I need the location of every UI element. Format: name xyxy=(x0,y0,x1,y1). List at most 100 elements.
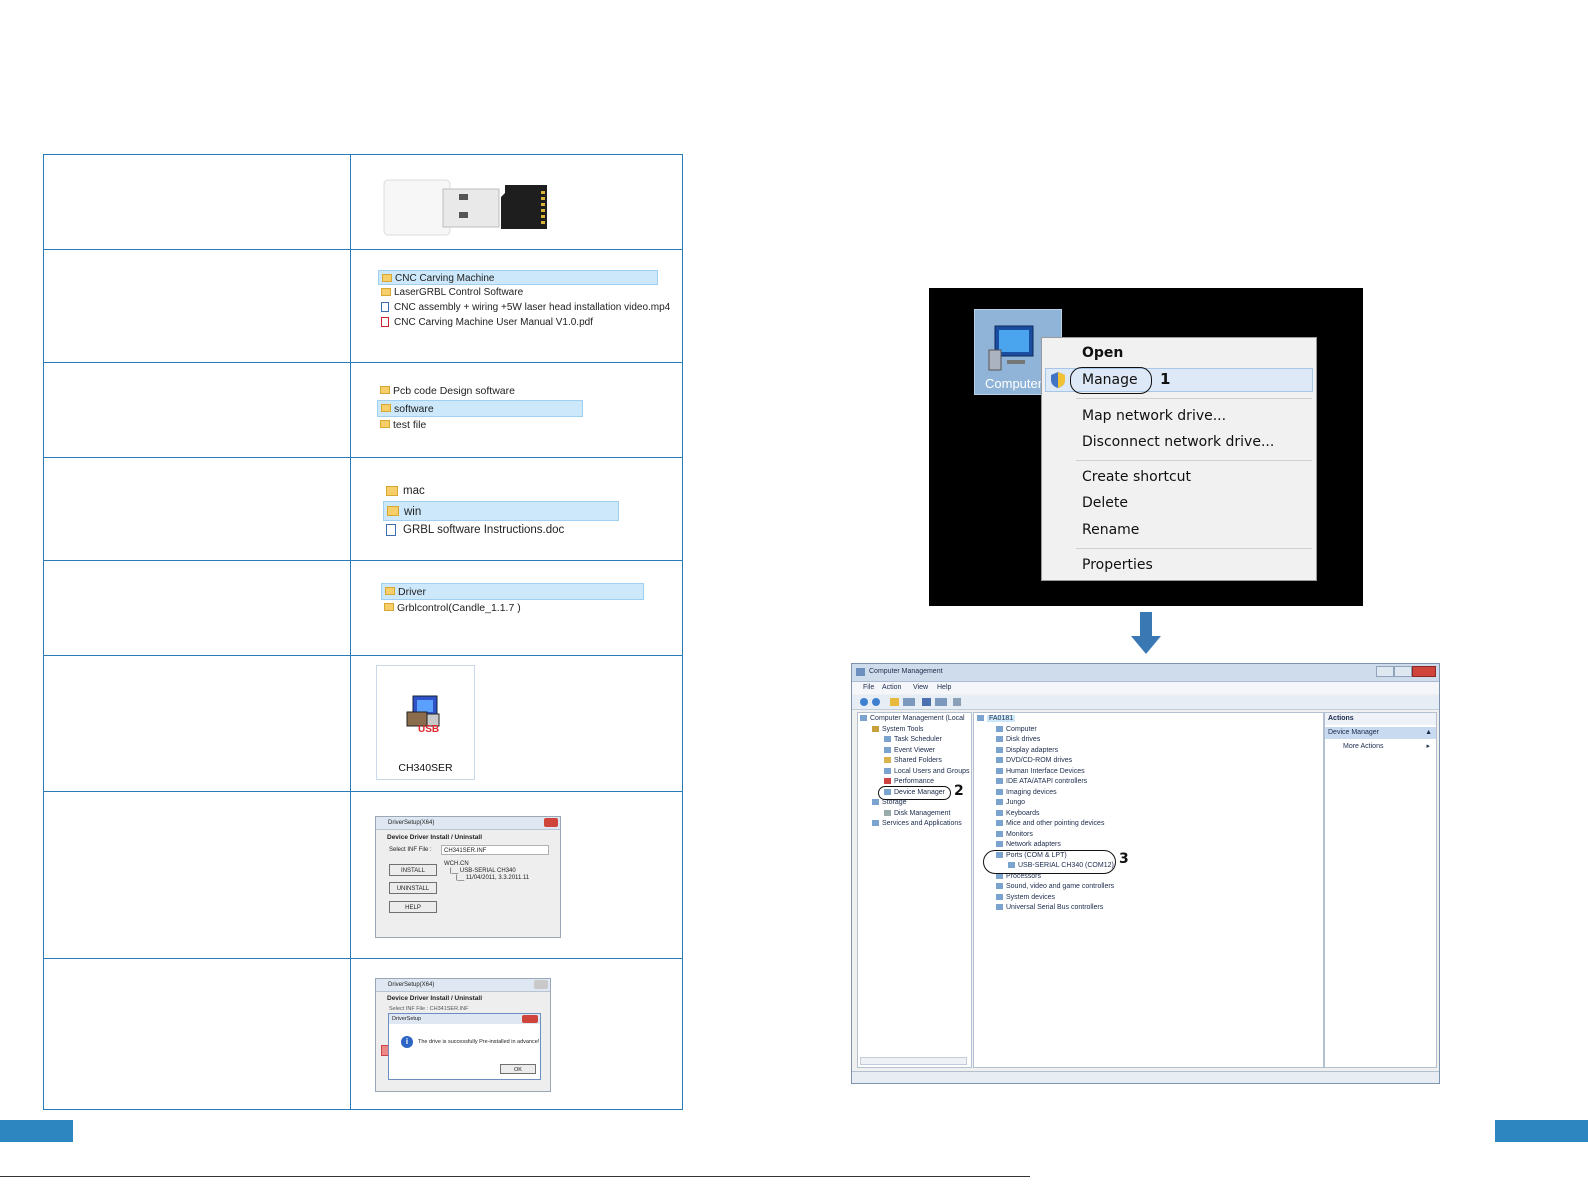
device-category[interactable]: Processors xyxy=(996,873,1041,880)
select-label: Select INF File : xyxy=(389,847,432,853)
folder-icon xyxy=(385,587,395,595)
device-category[interactable]: Computer xyxy=(996,726,1037,733)
up-folder-icon[interactable] xyxy=(890,698,899,706)
list-item[interactable]: Grblcontrol(Candle_1.1.7 ) xyxy=(381,600,644,617)
list-item[interactable]: test file xyxy=(377,417,583,434)
table-row: DriverSetup(X64) Device Driver Install /… xyxy=(44,959,682,1109)
menu-separator xyxy=(1076,548,1312,549)
scan-hardware-icon[interactable] xyxy=(953,698,961,706)
ok-button[interactable]: OK xyxy=(500,1064,536,1074)
device-category[interactable]: Universal Serial Bus controllers xyxy=(996,904,1103,911)
help-button[interactable]: HELP xyxy=(389,901,437,913)
list-item[interactable]: LaserGRBL Control Software xyxy=(378,285,658,300)
device-category[interactable]: Keyboards xyxy=(996,810,1039,817)
tree-item[interactable]: Shared Folders xyxy=(884,757,942,764)
device-category[interactable]: Monitors xyxy=(996,831,1033,838)
device-category[interactable]: IDE ATA/ATAPI controllers xyxy=(996,778,1087,785)
menu-help[interactable]: Help xyxy=(937,684,951,691)
shared-folder-icon xyxy=(884,757,891,763)
menu-action[interactable]: Action xyxy=(882,684,901,691)
device-category[interactable]: Display adapters xyxy=(996,747,1058,754)
tree-item[interactable]: Storage xyxy=(872,799,907,806)
back-icon[interactable] xyxy=(860,698,868,706)
actions-section[interactable]: Device Manager ▲ xyxy=(1325,727,1436,739)
list-item[interactable]: CNC Carving Machine xyxy=(378,270,658,285)
list-item[interactable]: CNC Carving Machine User Manual V1.0.pdf xyxy=(378,315,658,330)
device-root[interactable]: FA0181 xyxy=(977,715,1016,722)
list-item[interactable]: CNC assembly + wiring +5W laser head ins… xyxy=(378,300,670,315)
menu-item-rename[interactable]: Rename xyxy=(1082,522,1139,538)
device-category[interactable]: Jungo xyxy=(996,799,1025,806)
tree-item[interactable]: Performance xyxy=(884,778,934,785)
table-row: DriverSetup(X64) Device Driver Install /… xyxy=(44,792,682,959)
help-icon[interactable] xyxy=(922,698,931,706)
menu-item-open[interactable]: Open xyxy=(1082,345,1123,361)
device-category[interactable]: Human Interface Devices xyxy=(996,768,1085,775)
uninstall-button[interactable]: UNINSTALL xyxy=(389,882,437,894)
list-item[interactable]: software xyxy=(377,400,583,417)
file-list: mac win GRBL software Instructions.doc xyxy=(383,482,619,540)
properties-icon[interactable] xyxy=(935,698,947,706)
folder-icon xyxy=(384,603,394,611)
callout-number: 2 xyxy=(954,783,964,799)
submenu-arrow-icon: ▸ xyxy=(1426,743,1430,750)
close-icon[interactable] xyxy=(522,1015,538,1023)
tree-item[interactable]: Services and Applications xyxy=(872,820,962,827)
close-icon[interactable] xyxy=(544,818,558,827)
menu-item-manage[interactable]: Manage xyxy=(1082,372,1138,388)
device-category[interactable]: Disk drives xyxy=(996,736,1040,743)
menu-item-map-network-drive[interactable]: Map network drive... xyxy=(1082,408,1226,424)
device-icon xyxy=(996,883,1003,889)
collapse-icon: ▲ xyxy=(1425,729,1432,736)
performance-icon xyxy=(884,778,891,784)
file-list: CNC Carving Machine LaserGRBL Control So… xyxy=(378,270,670,330)
close-icon[interactable] xyxy=(534,980,548,989)
navigation-tree: Computer Management (Local System Tools … xyxy=(857,712,972,1068)
dialog-title-bar: DriverSetup(X64) xyxy=(376,979,550,992)
device-category[interactable]: System devices xyxy=(996,894,1055,901)
menu-item-disconnect-network-drive[interactable]: Disconnect network drive... xyxy=(1082,434,1274,450)
menu-item-properties[interactable]: Properties xyxy=(1082,557,1153,573)
select-label: Select INF File : CH341SER.INF xyxy=(389,1006,469,1012)
minimize-button[interactable] xyxy=(1376,666,1394,677)
list-item[interactable]: Driver xyxy=(381,583,644,600)
tree-item[interactable]: Disk Management xyxy=(884,810,950,817)
folder-icon xyxy=(380,386,390,394)
ch340ser-file[interactable]: USB CH340SER xyxy=(376,665,475,780)
usb-card-reader-icon xyxy=(383,179,547,236)
window-title: Computer Management xyxy=(869,668,943,675)
tree-item[interactable]: Task Scheduler xyxy=(884,736,942,743)
device-icon xyxy=(996,904,1003,910)
menu-file[interactable]: File xyxy=(863,684,874,691)
tree-item[interactable]: Event Viewer xyxy=(884,747,935,754)
disk-icon xyxy=(884,810,891,816)
device-category[interactable]: Sound, video and game controllers xyxy=(996,883,1114,890)
list-item[interactable]: GRBL software Instructions.doc xyxy=(383,521,619,540)
highlight-circle xyxy=(983,850,1116,874)
menu-separator xyxy=(1076,398,1312,399)
more-actions[interactable]: More Actions ▸ xyxy=(1325,741,1436,753)
list-item[interactable]: win xyxy=(383,501,619,521)
horizontal-scrollbar[interactable] xyxy=(860,1057,967,1065)
tree-item[interactable]: Local Users and Groups xyxy=(884,768,969,775)
install-button[interactable]: INSTALL xyxy=(389,864,437,876)
menu-item-delete[interactable]: Delete xyxy=(1082,495,1128,511)
tree-item[interactable]: Computer Management (Local xyxy=(860,715,965,722)
forward-icon[interactable] xyxy=(872,698,880,706)
menu-view[interactable]: View xyxy=(913,684,928,691)
device-category[interactable]: Mice and other pointing devices xyxy=(996,820,1104,827)
menu-item-create-shortcut[interactable]: Create shortcut xyxy=(1082,469,1191,485)
list-item[interactable]: Pcb code Design software xyxy=(377,383,583,400)
table-row: mac win GRBL software Instructions.doc xyxy=(44,458,682,561)
close-button[interactable] xyxy=(1412,666,1436,677)
dialog-heading: Device Driver Install / Uninstall xyxy=(387,995,483,1002)
tree-item[interactable]: System Tools xyxy=(872,726,924,733)
device-category[interactable]: Imaging devices xyxy=(996,789,1057,796)
list-item[interactable]: mac xyxy=(383,482,619,501)
maximize-button[interactable] xyxy=(1394,666,1412,677)
inf-file-select[interactable]: CH341SER.INF xyxy=(441,845,549,855)
device-category[interactable]: DVD/CD-ROM drives xyxy=(996,757,1072,764)
show-hide-tree-icon[interactable] xyxy=(903,698,915,706)
device-category[interactable]: Network adapters xyxy=(996,841,1061,848)
driver-info: WCH.CN |__ USB-SERIAL CH340 |__ 11/04/20… xyxy=(444,861,530,881)
